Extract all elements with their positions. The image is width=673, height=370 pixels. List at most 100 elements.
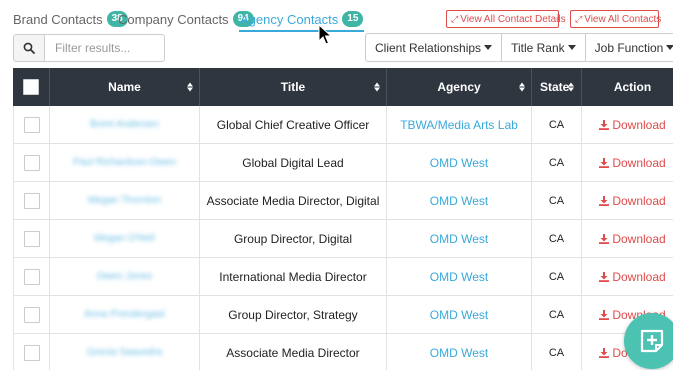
contact-state: CA (548, 270, 565, 283)
contact-state: CA (548, 232, 565, 245)
download-label: Download (612, 155, 666, 170)
row-select-cell (13, 334, 50, 370)
contact-name-link[interactable]: Anna Prendergast (84, 309, 165, 320)
row-checkbox[interactable] (23, 230, 40, 247)
download-icon (599, 195, 610, 206)
contact-state: CA (548, 118, 565, 131)
state-cell: CA (532, 144, 582, 181)
agency-cell: OMD West (387, 334, 532, 370)
header-name[interactable]: Name (50, 68, 200, 106)
add-note-button[interactable] (624, 313, 673, 369)
header-action: Action (582, 68, 673, 106)
row-checkbox[interactable] (23, 306, 40, 323)
action-cell: Download (582, 144, 673, 181)
row-select-cell (13, 296, 50, 333)
header-title[interactable]: Title (200, 68, 387, 106)
contact-name-link[interactable]: Brent Andersen (90, 119, 159, 130)
download-link[interactable]: Download (599, 232, 666, 246)
contact-title: Global Chief Creative Officer (216, 117, 370, 132)
download-label: Download (612, 193, 666, 208)
contact-name-link[interactable]: Grecia Saavedra (87, 347, 162, 358)
download-link[interactable]: Download (599, 155, 666, 170)
download-link[interactable]: Download (599, 117, 666, 132)
contact-title: Group Director, Digital (233, 231, 353, 246)
agency-cell: OMD West (387, 220, 532, 257)
row-checkbox[interactable] (23, 154, 40, 171)
header-agency-label: Agency (437, 80, 481, 94)
table-row: Paul Richardson-Owen Global Digital Lead… (13, 144, 673, 182)
sort-icon (568, 82, 574, 92)
download-label: Download (612, 269, 666, 284)
select-all-cell (13, 68, 50, 106)
title-cell: Group Director, Digital (200, 220, 387, 257)
name-cell: Owen Jones (50, 258, 200, 295)
table-row: Brent Andersen Global Chief Creative Off… (13, 106, 673, 144)
contact-title: International Media Director (219, 269, 367, 284)
contact-state: CA (548, 346, 565, 359)
client-relationships-dropdown[interactable]: Client Relationships (366, 34, 503, 61)
filter-results-input[interactable] (44, 34, 165, 62)
state-cell: CA (532, 258, 582, 295)
agency-link[interactable]: OMD West (430, 232, 488, 246)
client-relationships-label: Client Relationships (375, 40, 482, 55)
contact-name-link[interactable]: Megan Thornton (88, 195, 161, 206)
title-rank-label: Title Rank (511, 40, 565, 55)
row-checkbox[interactable] (23, 116, 40, 133)
contact-name-link[interactable]: Megan O'Neil (94, 233, 154, 244)
name-cell: Grecia Saavedra (50, 334, 200, 370)
title-cell: Global Chief Creative Officer (200, 106, 387, 143)
contact-title: Group Director, Strategy (228, 307, 358, 322)
tab-label: Brand Contacts (13, 11, 103, 27)
agency-link[interactable]: OMD West (430, 156, 488, 170)
tab-company-contacts[interactable]: Company Contacts 94 (118, 11, 254, 27)
title-rank-dropdown[interactable]: Title Rank (502, 34, 586, 61)
download-label: Download (612, 117, 666, 132)
search-button[interactable] (13, 34, 44, 62)
external-link-icon: ⤢ (451, 13, 459, 24)
agency-link[interactable]: OMD West (430, 270, 488, 284)
contact-name-link[interactable]: Owen Jones (97, 271, 153, 282)
download-icon (599, 157, 610, 168)
view-all-contact-details-label: View All Contact Details (460, 13, 566, 25)
table-row: Megan O'Neil Group Director, Digital OMD… (13, 220, 673, 258)
agency-link[interactable]: OMD West (430, 308, 488, 322)
sort-icon (374, 82, 380, 92)
download-icon (599, 347, 610, 358)
download-icon (599, 119, 610, 130)
tab-agency-contacts[interactable]: Agency Contacts 15 (238, 11, 365, 32)
agency-cell: TBWA/Media Arts Lab (387, 106, 532, 143)
view-all-contacts-button[interactable]: ⤢ View All Contacts (570, 10, 661, 28)
row-checkbox[interactable] (23, 344, 40, 361)
header-state[interactable]: State (532, 68, 582, 106)
download-icon (599, 309, 610, 320)
header-title-label: Title (280, 80, 306, 94)
agency-cell: OMD West (387, 296, 532, 333)
view-all-contact-details-button[interactable]: ⤢ View All Contact Details (446, 10, 566, 28)
download-link[interactable]: Download (599, 269, 666, 284)
action-cell: Download (582, 220, 673, 257)
contact-state: CA (548, 194, 565, 207)
agency-link[interactable]: OMD West (430, 346, 488, 360)
agency-cell: OMD West (387, 144, 532, 181)
table-row: Grecia Saavedra Associate Media Director… (13, 334, 673, 370)
row-checkbox[interactable] (23, 268, 40, 285)
tab-brand-contacts[interactable]: Brand Contacts 38 (13, 11, 128, 27)
header-agency[interactable]: Agency (387, 68, 532, 106)
action-cell: Download (582, 258, 673, 295)
download-link[interactable]: Download (599, 193, 666, 208)
agency-link[interactable]: TBWA/Media Arts Lab (400, 118, 518, 132)
tab-label: Company Contacts (118, 11, 229, 27)
search-group (13, 34, 165, 62)
contact-name-link[interactable]: Paul Richardson-Owen (73, 157, 176, 168)
row-select-cell (13, 144, 50, 181)
name-cell: Anna Prendergast (50, 296, 200, 333)
row-checkbox[interactable] (23, 192, 40, 209)
agency-link[interactable]: OMD West (430, 194, 488, 208)
add-note-icon (640, 329, 664, 353)
row-select-cell (13, 182, 50, 219)
job-function-dropdown[interactable]: Job Function (586, 34, 673, 61)
name-cell: Brent Andersen (50, 106, 200, 143)
select-all-checkbox[interactable] (23, 79, 39, 95)
action-cell: Download (582, 182, 673, 219)
download-icon (599, 233, 610, 244)
